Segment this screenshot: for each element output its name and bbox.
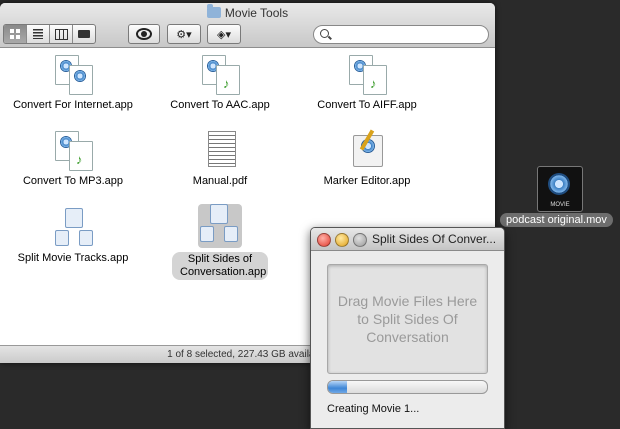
app-convert-mp3-icon: ♪ — [53, 131, 93, 171]
list-icon — [33, 29, 43, 39]
file-item[interactable]: Convert For Internet.app — [8, 55, 138, 112]
file-item[interactable]: ♪ Convert To AAC.app — [155, 55, 285, 112]
drop-zone[interactable]: Drag Movie Files Here to Split Sides Of … — [327, 264, 488, 374]
quick-look-button[interactable] — [128, 24, 160, 44]
search-input[interactable] — [313, 25, 489, 44]
split-sides-icon — [198, 204, 242, 248]
marker-editor-icon — [347, 129, 387, 171]
gear-icon: ⚙▾ — [176, 28, 192, 41]
app-convert-aiff-icon: ♪ — [347, 55, 387, 95]
columns-icon — [55, 29, 68, 40]
file-label: Convert To AAC.app — [170, 99, 270, 111]
file-item[interactable]: Marker Editor.app — [302, 129, 432, 188]
view-mode-group — [3, 24, 96, 44]
file-label: Manual.pdf — [192, 175, 248, 187]
app-convert-icon — [53, 55, 93, 95]
coverflow-icon — [78, 30, 90, 38]
file-item[interactable]: Manual.pdf — [155, 131, 285, 188]
movie-icon-text: MOVIE — [550, 202, 570, 208]
file-item-selected[interactable]: Split Sides of Conversation.app — [155, 204, 285, 280]
pdf-document-icon — [200, 131, 240, 171]
window-title: Movie Tools — [0, 4, 495, 20]
movie-file-icon — [548, 173, 570, 195]
file-label: Marker Editor.app — [323, 175, 411, 187]
file-item[interactable]: ♪ Convert To MP3.app — [8, 131, 138, 188]
action-menu-button[interactable]: ⚙▾ — [167, 24, 201, 44]
split-window: Split Sides Of Conver... Drag Movie File… — [310, 227, 505, 429]
coverflow-view-button[interactable] — [73, 25, 95, 43]
file-item[interactable]: ♪ Convert To AIFF.app — [302, 55, 432, 112]
progress-bar — [327, 380, 488, 394]
split-titlebar[interactable]: Split Sides Of Conver... — [311, 228, 504, 251]
file-label: Convert To MP3.app — [22, 175, 124, 187]
file-item[interactable]: Split Movie Tracks.app — [8, 208, 138, 265]
file-label: Split Sides of Conversation.app — [172, 252, 268, 280]
folder-icon — [206, 4, 221, 18]
minimize-button[interactable] — [335, 233, 349, 247]
split-status-text: Creating Movie 1... — [327, 403, 420, 415]
file-label: Split Movie Tracks.app — [17, 252, 129, 264]
close-button[interactable] — [317, 233, 331, 247]
zoom-button[interactable] — [353, 233, 367, 247]
desktop-file-label[interactable]: podcast original.mov — [500, 213, 613, 227]
search-icon — [320, 29, 329, 38]
app-convert-aac-icon: ♪ — [200, 55, 240, 95]
column-view-button[interactable] — [50, 25, 73, 43]
split-tracks-icon — [53, 208, 93, 248]
dropbox-menu-button[interactable]: ◈▾ — [207, 24, 241, 44]
icon-view-button[interactable] — [4, 25, 27, 43]
desktop-movie-file[interactable]: MOVIE — [537, 166, 583, 212]
dropbox-icon: ◈▾ — [217, 28, 231, 41]
finder-toolbar: Movie Tools ⚙▾ ◈▾ — [0, 3, 495, 48]
file-label: Convert To AIFF.app — [317, 99, 417, 111]
drop-zone-text: Drag Movie Files Here to Split Sides Of … — [337, 293, 478, 345]
eye-icon — [136, 28, 152, 40]
progress-fill — [328, 381, 348, 393]
grid-icon — [10, 29, 20, 39]
window-title-text: Movie Tools — [224, 6, 289, 20]
split-window-title: Split Sides Of Conver... — [372, 232, 497, 246]
file-label: Convert For Internet.app — [13, 99, 133, 111]
list-view-button[interactable] — [27, 25, 50, 43]
